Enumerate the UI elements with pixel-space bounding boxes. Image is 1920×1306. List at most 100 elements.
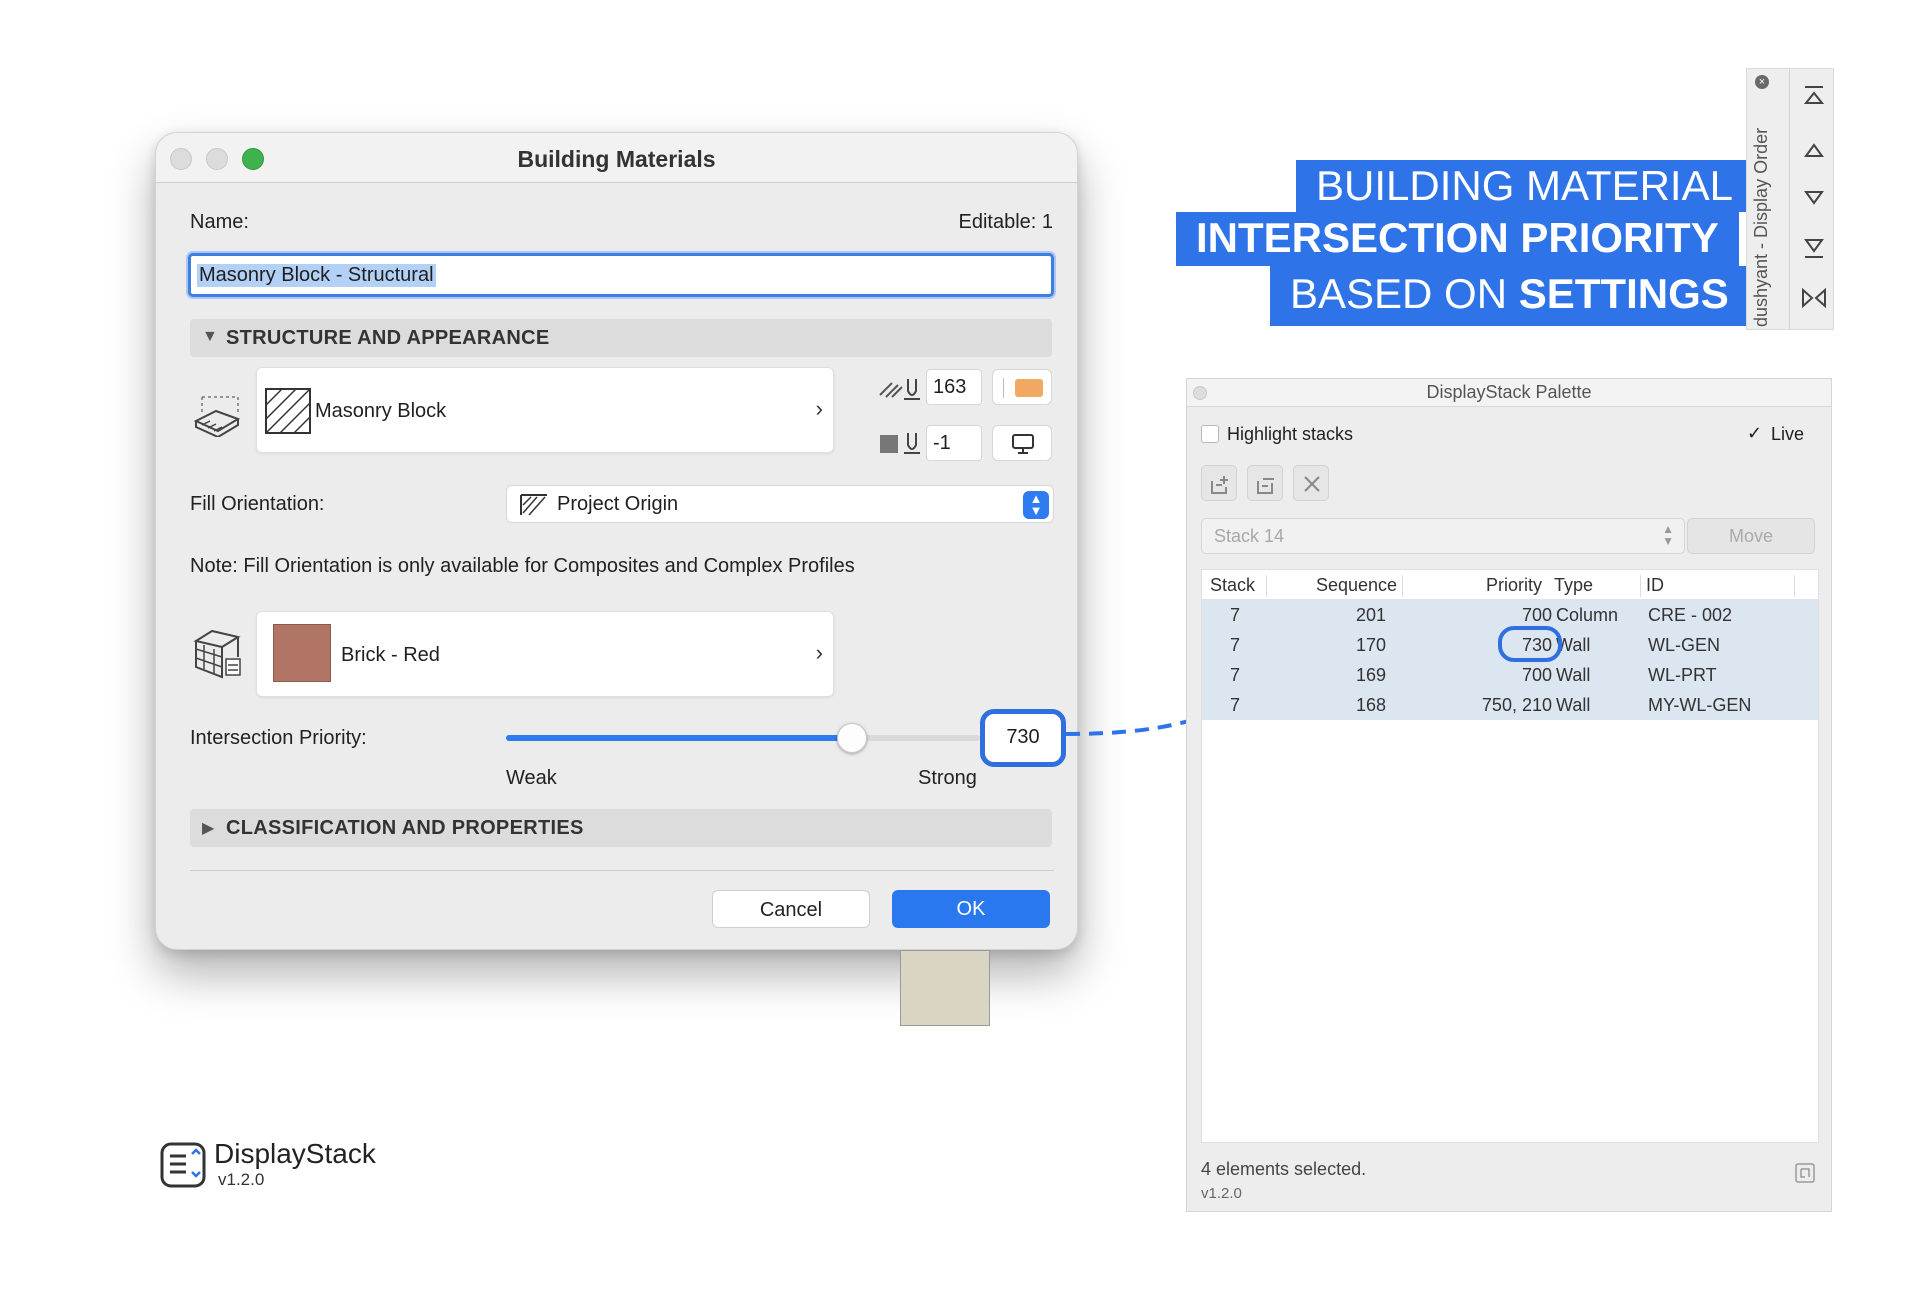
close-icon[interactable]: × bbox=[1755, 75, 1769, 89]
name-field-value: Masonry Block - Structural bbox=[197, 264, 436, 287]
list-header: Stack Sequence Priority Type ID bbox=[1202, 570, 1818, 600]
table-row[interactable]: 7 168 750, 210 Wall MY-WL-GEN bbox=[1202, 690, 1818, 720]
disclosure-closed-icon: ▶ bbox=[202, 820, 215, 837]
priority-highlight-circle bbox=[1498, 626, 1562, 662]
send-backward-icon[interactable] bbox=[1801, 185, 1827, 211]
delete-stack-button[interactable] bbox=[1293, 465, 1329, 501]
name-label: Name: bbox=[190, 211, 249, 233]
stack-edit-icon bbox=[1257, 478, 1274, 494]
cell-priority: 750, 210 bbox=[1481, 695, 1552, 715]
add-stack-icon bbox=[1211, 476, 1228, 494]
fill-pen-icon bbox=[879, 379, 920, 400]
banner-line-2: INTERSECTION PRIORITY bbox=[1176, 212, 1739, 266]
ok-button[interactable]: OK bbox=[892, 890, 1050, 928]
project-origin-icon bbox=[520, 494, 547, 516]
bring-to-front-icon[interactable] bbox=[1801, 83, 1827, 109]
dialog-titlebar: Building Materials bbox=[156, 133, 1077, 183]
stack-element-list[interactable]: Stack Sequence Priority Type ID 7 201 70… bbox=[1201, 569, 1819, 1143]
hatch-pattern-icon bbox=[265, 388, 311, 434]
cell-priority: 700 bbox=[1521, 665, 1552, 685]
display-order-panel: × dushyant - Display Order bbox=[1746, 68, 1834, 330]
cell-stack: 7 bbox=[1230, 605, 1241, 625]
intersection-priority-slider[interactable] bbox=[506, 723, 980, 753]
cut-fill-icon bbox=[193, 396, 241, 437]
new-stack-button[interactable] bbox=[1201, 465, 1237, 501]
palette-title: DisplayStack Palette bbox=[1426, 382, 1592, 402]
surface-selector[interactable]: Brick - Red › bbox=[256, 611, 834, 697]
cell-sequence: 168 bbox=[1355, 695, 1386, 715]
fit-selection-icon[interactable] bbox=[1793, 1161, 1817, 1185]
fill-orientation-label: Fill Orientation: bbox=[190, 493, 325, 515]
reset-order-icon[interactable] bbox=[1801, 285, 1827, 311]
cell-id: CRE - 002 bbox=[1648, 605, 1733, 625]
column-type[interactable]: Type bbox=[1554, 575, 1593, 596]
banner-line-3b: SETTINGS bbox=[1518, 270, 1729, 317]
cell-type: Wall bbox=[1556, 695, 1591, 715]
live-checkbox[interactable]: ✓ bbox=[1747, 423, 1762, 444]
background-pen-display-button[interactable] bbox=[992, 425, 1052, 461]
column-stack[interactable]: Stack bbox=[1210, 575, 1255, 596]
cell-sequence: 170 bbox=[1355, 635, 1386, 655]
intersection-priority-field[interactable]: 730 bbox=[980, 709, 1066, 767]
fill-pen-field[interactable]: 163 bbox=[926, 369, 982, 405]
column-priority[interactable]: Priority bbox=[1486, 575, 1542, 596]
banner-line-3: BASED ON SETTINGS bbox=[1270, 266, 1749, 326]
surface-material-icon bbox=[193, 629, 241, 679]
editable-label: Editable: 1 bbox=[958, 211, 1053, 233]
cell-type: Wall bbox=[1556, 665, 1591, 685]
column-id[interactable]: ID bbox=[1646, 575, 1664, 596]
table-row[interactable]: 7 169 700 Wall WL-PRT bbox=[1202, 660, 1818, 690]
cell-stack: 7 bbox=[1230, 665, 1241, 685]
cell-id: WL-GEN bbox=[1648, 635, 1720, 655]
fill-pen-color-button[interactable] bbox=[992, 369, 1052, 405]
edit-stack-button[interactable] bbox=[1247, 465, 1283, 501]
slider-knob[interactable] bbox=[837, 723, 868, 753]
cut-fill-selector[interactable]: Masonry Block › bbox=[256, 367, 834, 453]
send-to-back-icon[interactable] bbox=[1801, 235, 1827, 261]
stack-select[interactable]: Stack 14 ▲ ▼ bbox=[1201, 518, 1685, 554]
cell-type: Column bbox=[1556, 605, 1619, 625]
section-structure-label: STRUCTURE AND APPEARANCE bbox=[226, 327, 550, 349]
palette-version: v1.2.0 bbox=[1201, 1185, 1242, 1202]
bring-forward-icon[interactable] bbox=[1801, 137, 1827, 163]
background-pen-icon bbox=[880, 433, 920, 454]
close-x-icon bbox=[1304, 476, 1320, 492]
cell-id: WL-PRT bbox=[1648, 665, 1717, 685]
section-classification-label: CLASSIFICATION AND PROPERTIES bbox=[226, 817, 584, 839]
dialog-title: Building Materials bbox=[517, 146, 716, 172]
chevron-right-icon: › bbox=[815, 396, 823, 421]
logo-name: DisplayStack bbox=[214, 1138, 376, 1169]
background-pen-field[interactable]: -1 bbox=[926, 425, 982, 461]
column-sequence[interactable]: Sequence bbox=[1316, 575, 1397, 596]
updown-chevron-icon: ▲ ▼ bbox=[1023, 491, 1049, 519]
slider-weak-label: Weak bbox=[506, 767, 557, 789]
stack-select-value: Stack 14 bbox=[1214, 526, 1285, 546]
updown-chevron-icon: ▲ ▼ bbox=[1662, 522, 1674, 548]
fill-orientation-value: Project Origin bbox=[557, 493, 679, 515]
material-preview-swatch bbox=[900, 950, 990, 1026]
palette-titlebar: DisplayStack Palette bbox=[1187, 379, 1831, 407]
monitor-icon bbox=[1012, 434, 1034, 454]
fill-orientation-select[interactable]: Project Origin ▲ ▼ bbox=[506, 485, 1054, 523]
logo-version: v1.2.0 bbox=[218, 1170, 265, 1189]
highlight-stacks-checkbox[interactable] bbox=[1201, 425, 1219, 443]
cell-stack: 7 bbox=[1230, 695, 1241, 715]
name-field[interactable]: Masonry Block - Structural bbox=[188, 253, 1054, 297]
cut-fill-name: Masonry Block bbox=[315, 400, 447, 422]
banner-line-3a: BASED ON bbox=[1290, 270, 1508, 317]
cell-sequence: 201 bbox=[1355, 605, 1386, 625]
cancel-button[interactable]: Cancel bbox=[712, 890, 870, 928]
section-structure-appearance[interactable]: ▼ STRUCTURE AND APPEARANCE bbox=[190, 319, 1052, 357]
pen-color-swatch bbox=[1015, 379, 1043, 397]
section-classification-properties[interactable]: ▶ CLASSIFICATION AND PROPERTIES bbox=[190, 809, 1052, 847]
slider-strong-label: Strong bbox=[918, 767, 977, 789]
cell-sequence: 169 bbox=[1355, 665, 1386, 685]
selection-status: 4 elements selected. bbox=[1201, 1159, 1367, 1179]
cell-id: MY-WL-GEN bbox=[1648, 695, 1752, 715]
dialog-divider bbox=[190, 870, 1054, 871]
banner-line-1: BUILDING MATERIAL bbox=[1296, 160, 1753, 212]
move-button[interactable]: Move bbox=[1687, 518, 1815, 554]
displaystack-palette: DisplayStack Palette Highlight stacks ✓ … bbox=[1186, 378, 1832, 1212]
displaystack-logo-icon bbox=[160, 1142, 206, 1188]
intersection-priority-value: 730 bbox=[1006, 726, 1040, 748]
